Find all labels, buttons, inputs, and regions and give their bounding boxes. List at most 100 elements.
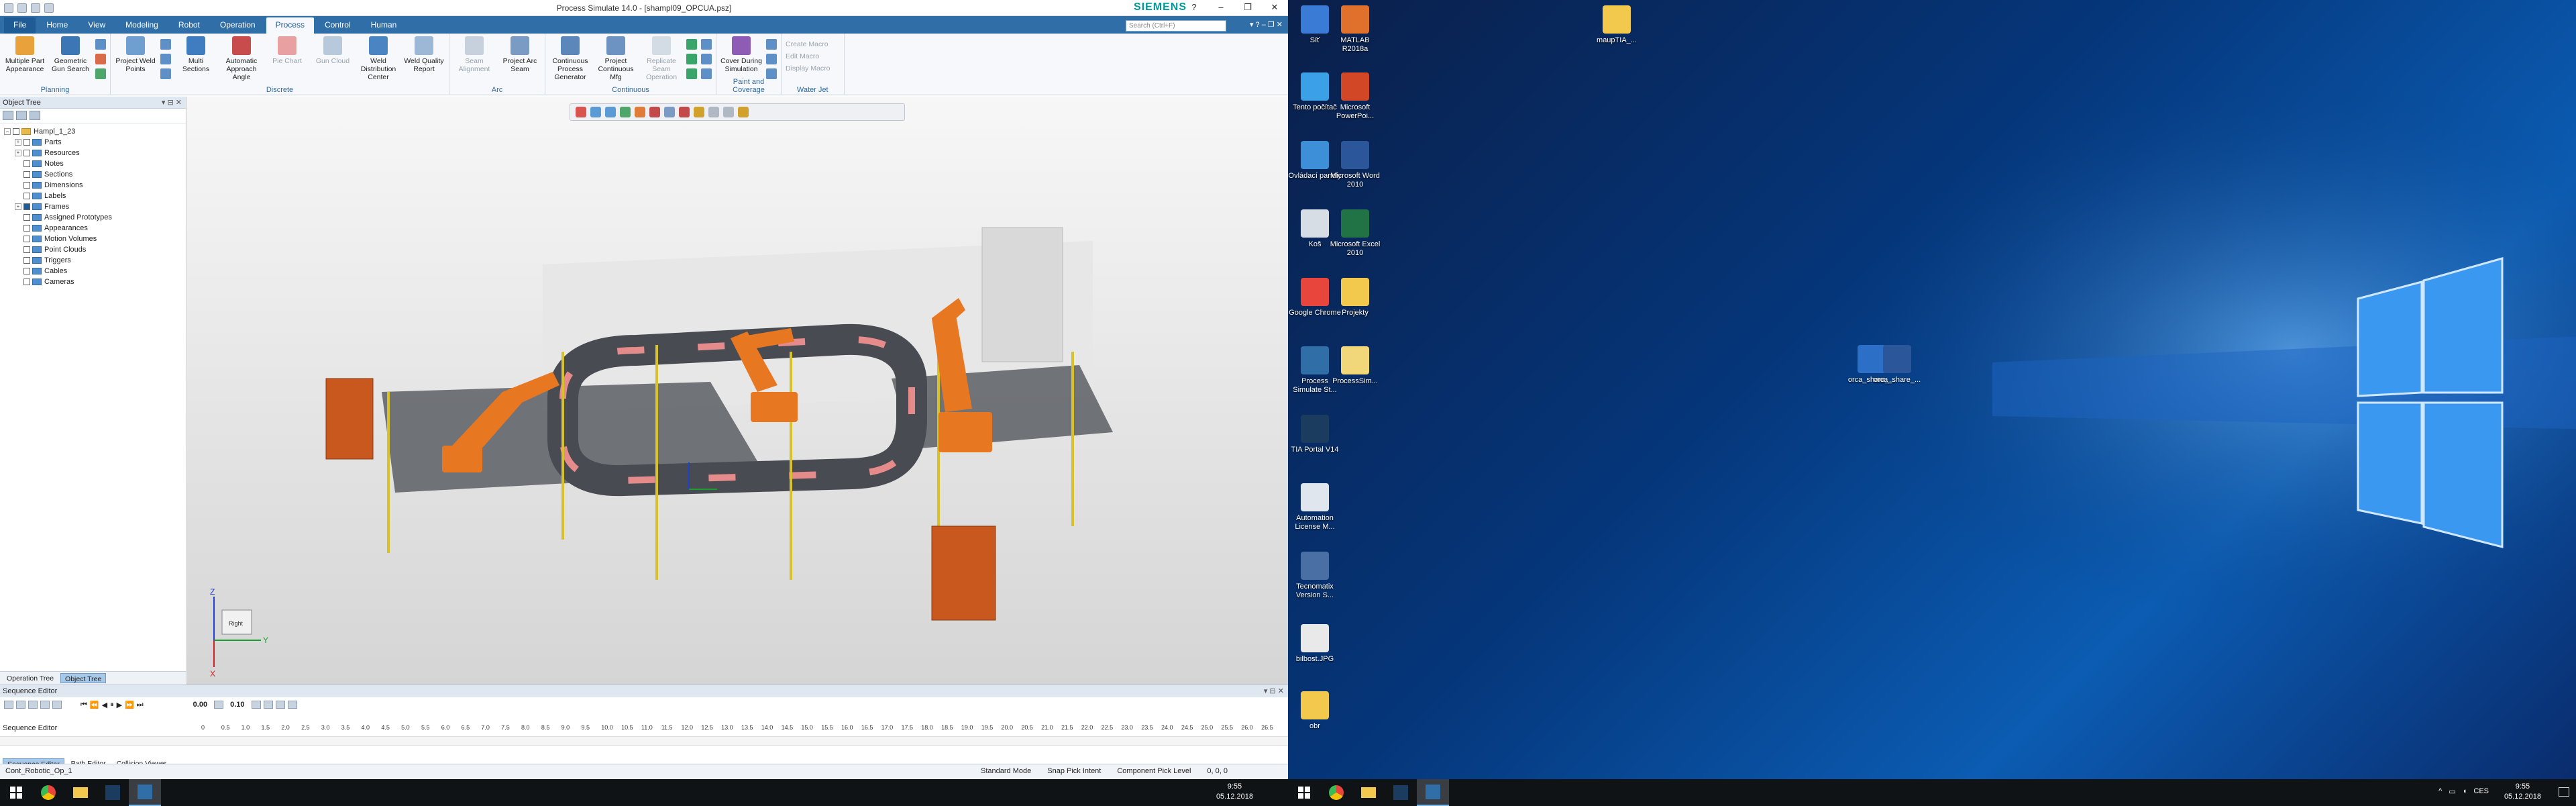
taskbar-tia[interactable]	[97, 779, 129, 806]
desktop-icon[interactable]: Automation License M...	[1288, 483, 1342, 532]
tab-file[interactable]: File	[4, 17, 36, 34]
jump-end-icon[interactable]: ⏭	[137, 701, 144, 709]
small-tool-icon[interactable]	[95, 39, 106, 50]
taskbar-process-simulate[interactable]	[129, 779, 161, 806]
step-back-icon[interactable]: ⏪	[90, 701, 99, 709]
help-button[interactable]: ?	[1181, 0, 1208, 16]
status-mode[interactable]: Standard Mode	[981, 767, 1031, 775]
maximize-button[interactable]: ❐	[1234, 0, 1261, 16]
taskbar-explorer[interactable]	[64, 779, 97, 806]
sequence-tool-icon[interactable]	[251, 701, 261, 709]
taskbar-chrome[interactable]	[1320, 779, 1352, 806]
zoom-icon[interactable]	[16, 701, 25, 709]
small-tool-icon[interactable]	[766, 54, 777, 64]
ribbon-controls-icon[interactable]: ▾ ? – ❐ ✕	[1250, 20, 1283, 29]
tab-operation[interactable]: Operation	[211, 17, 265, 34]
current-time[interactable]: 0.00	[193, 701, 207, 709]
tab-view[interactable]: View	[78, 17, 115, 34]
create-macro-button[interactable]: Create Macro	[786, 40, 830, 48]
desktop-icon[interactable]: TIA Portal V14	[1288, 415, 1342, 454]
small-tool-icon[interactable]	[160, 68, 171, 79]
play-back-icon[interactable]: ◀	[102, 701, 107, 709]
notification-icon[interactable]	[2559, 787, 2569, 797]
tab-control[interactable]: Control	[315, 17, 360, 34]
tree-item[interactable]: Cables	[0, 266, 186, 276]
taskbar-tia[interactable]	[1385, 779, 1417, 806]
pause-icon[interactable]: ⏸	[110, 701, 114, 709]
taskbar-clock[interactable]: 9:55 05.12.2018	[2504, 782, 2541, 802]
desktop-icon[interactable]: ProcessSim...	[1328, 346, 1382, 386]
tree-tool-icon[interactable]	[3, 111, 13, 120]
tree-item[interactable]: Triggers	[0, 255, 186, 266]
tab-robot[interactable]: Robot	[169, 17, 209, 34]
tray-up-icon[interactable]: ^	[2438, 787, 2442, 796]
sequence-tool-icon[interactable]	[275, 701, 285, 709]
small-tool-icon[interactable]	[686, 54, 697, 64]
desktop-icon[interactable]: bilbost.JPG	[1288, 624, 1342, 664]
tree-item[interactable]: Dimensions	[0, 180, 186, 191]
network-icon[interactable]: ▭	[2449, 787, 2455, 796]
small-tool-icon[interactable]	[701, 68, 712, 79]
status-pick-intent[interactable]: Snap Pick Intent	[1047, 767, 1101, 775]
tree-root[interactable]: − Hampl_1_23	[0, 126, 186, 137]
desktop-icon[interactable]: Microsoft Word 2010	[1328, 141, 1382, 189]
search-input[interactable]: Search (Ctrl+F)	[1126, 20, 1226, 32]
tab-human[interactable]: Human	[362, 17, 407, 34]
small-tool-icon[interactable]	[686, 68, 697, 79]
desktop-icon[interactable]: Projekty	[1328, 278, 1382, 317]
small-tool-icon[interactable]	[701, 39, 712, 50]
tab-home[interactable]: Home	[37, 17, 77, 34]
tree-item[interactable]: + Resources	[0, 148, 186, 158]
tree-tool-icon[interactable]	[16, 111, 27, 120]
small-tool-icon[interactable]	[766, 39, 777, 50]
timeline-scrollbar[interactable]	[0, 736, 1288, 746]
small-tool-icon[interactable]	[95, 68, 106, 79]
desktop-icon[interactable]: Microsoft Excel 2010	[1328, 209, 1382, 258]
zoom-icon[interactable]	[40, 701, 50, 709]
zoom-icon[interactable]	[4, 701, 13, 709]
tab-operation-tree[interactable]: Operation Tree	[3, 673, 58, 683]
start-button[interactable]	[0, 779, 32, 806]
minimize-button[interactable]: –	[1208, 0, 1234, 16]
close-button[interactable]: ✕	[1261, 0, 1288, 16]
desktop-icon[interactable]: Microsoft PowerPoi...	[1328, 72, 1382, 121]
tree-tool-icon[interactable]	[30, 111, 40, 120]
taskbar-explorer[interactable]	[1352, 779, 1385, 806]
language-indicator[interactable]: CES	[2473, 787, 2489, 796]
step-forward-icon[interactable]: ⏩	[125, 701, 134, 709]
graphic-viewer[interactable]: Z Y X Right	[187, 97, 1288, 685]
volume-icon[interactable]: ◖	[2463, 787, 2467, 796]
tree-item[interactable]: Labels	[0, 191, 186, 201]
tree-item[interactable]: + Frames	[0, 201, 186, 212]
edit-macro-button[interactable]: Edit Macro	[786, 52, 830, 60]
tree-item[interactable]: Assigned Prototypes	[0, 212, 186, 223]
tree-item[interactable]: Point Clouds	[0, 244, 186, 255]
taskbar-chrome[interactable]	[32, 779, 64, 806]
zoom-icon[interactable]	[28, 701, 38, 709]
zoom-icon[interactable]	[52, 701, 62, 709]
jump-start-icon[interactable]: ⏮	[80, 701, 87, 709]
pane-controls-icon[interactable]: ▾ ⊟ ✕	[1264, 687, 1284, 695]
small-tool-icon[interactable]	[686, 39, 697, 50]
small-tool-icon[interactable]	[160, 54, 171, 64]
desktop-icon[interactable]: orca_share_...	[1870, 345, 1924, 385]
start-button[interactable]	[1288, 779, 1320, 806]
desktop-icon[interactable]: MATLAB R2018a	[1328, 5, 1382, 54]
tab-modeling[interactable]: Modeling	[116, 17, 168, 34]
time-step-icon[interactable]	[214, 701, 224, 709]
tree-item[interactable]: Sections	[0, 169, 186, 180]
small-tool-icon[interactable]	[160, 39, 171, 50]
tree-item[interactable]: + Parts	[0, 137, 186, 148]
taskbar-clock[interactable]: 9:55 05.12.2018	[1216, 782, 1253, 802]
desktop-icon[interactable]: obr	[1288, 691, 1342, 731]
sequence-tool-icon[interactable]	[263, 701, 273, 709]
taskbar-process-simulate[interactable]	[1417, 779, 1449, 806]
desktop-icon[interactable]: maupTIA_...	[1590, 5, 1644, 45]
tree-item[interactable]: Appearances	[0, 223, 186, 234]
sequence-tool-icon[interactable]	[287, 701, 297, 709]
status-pick-level[interactable]: Component Pick Level	[1117, 767, 1191, 775]
pane-controls-icon[interactable]: ▾ ⊟ ✕	[162, 98, 182, 107]
tab-process[interactable]: Process	[266, 17, 314, 34]
small-tool-icon[interactable]	[95, 54, 106, 64]
display-macro-button[interactable]: Display Macro	[786, 64, 830, 72]
